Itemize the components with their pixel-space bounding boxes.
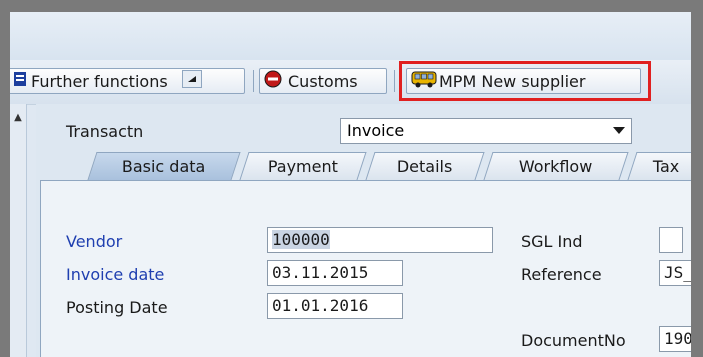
transactn-label: Transactn [66, 122, 144, 141]
reference-label: Reference [521, 265, 602, 284]
further-functions-button[interactable]: Further functions [10, 68, 245, 94]
basic-data-panel: Vendor 100000 Invoice date 03.11.2015 Po… [40, 180, 691, 357]
documentno-label: DocumentNo [521, 331, 626, 350]
posting-date-field[interactable]: 01.01.2016 [267, 293, 403, 319]
invoice-date-label: Invoice date [66, 265, 165, 284]
reference-value: JS_ [664, 263, 691, 282]
transactn-value: Invoice [347, 121, 405, 140]
tab-label: Workflow [519, 157, 593, 176]
tab-label: Payment [267, 157, 338, 176]
title-area [10, 12, 691, 60]
tab-strip: Basic data Payment Details Workflow Tax [36, 150, 691, 180]
scroll-up-arrow-icon[interactable]: ▲ [11, 110, 25, 126]
application-toolbar: Further functions Customs MPM New suppli… [10, 60, 691, 105]
reference-field[interactable]: JS_ [659, 260, 691, 286]
stop-icon [264, 70, 282, 92]
screenshot-frame: Further functions Customs MPM New suppli… [0, 0, 703, 357]
tab-details[interactable]: Details [365, 152, 485, 180]
tab-tax[interactable]: Tax [627, 152, 691, 180]
documentno-field[interactable]: 190 [659, 326, 691, 352]
tab-label: Basic data [122, 157, 206, 176]
posting-date-label: Posting Date [66, 298, 168, 317]
left-scrollbar[interactable]: ▲ [10, 104, 27, 357]
customs-label: Customs [288, 71, 358, 91]
dropdown-arrow-icon [181, 70, 202, 92]
function-icon [13, 70, 27, 92]
further-functions-label: Further functions [31, 71, 168, 91]
tab-label: Details [397, 157, 453, 176]
tab-basic-data[interactable]: Basic data [87, 152, 241, 180]
vendor-field[interactable]: 100000 [267, 227, 493, 253]
invoice-date-value: 03.11.2015 [272, 263, 369, 282]
documentno-value: 190 [664, 329, 691, 348]
tab-workflow[interactable]: Workflow [483, 152, 629, 180]
highlight-box [399, 61, 651, 101]
tab-payment[interactable]: Payment [239, 152, 367, 180]
vendor-value: 100000 [272, 230, 330, 249]
invoice-date-field[interactable]: 03.11.2015 [267, 260, 403, 286]
invoice-main-area: Transactn Invoice Basic data Payment Det… [36, 104, 691, 357]
sgl-ind-field[interactable] [659, 227, 683, 253]
customs-button[interactable]: Customs [259, 68, 387, 94]
sap-window: Further functions Customs MPM New suppli… [10, 12, 691, 357]
posting-date-value: 01.01.2016 [272, 296, 369, 315]
chevron-down-icon [613, 127, 625, 134]
sgl-ind-label: SGL Ind [521, 232, 583, 251]
toolbar-separator [253, 70, 254, 92]
toolbar-separator [394, 70, 395, 92]
transactn-select[interactable]: Invoice [340, 118, 632, 144]
tab-label: Tax [652, 157, 680, 176]
vendor-label: Vendor [66, 232, 123, 251]
